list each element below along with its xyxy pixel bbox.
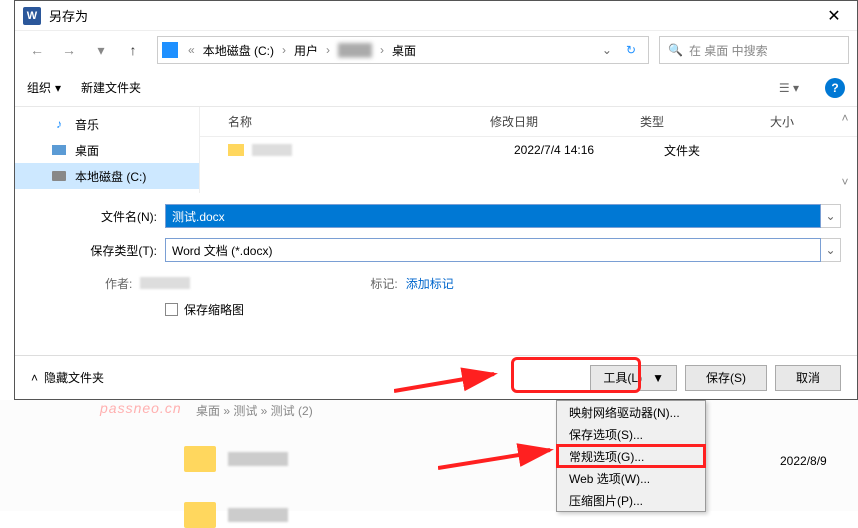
author-value-blurred (140, 277, 190, 289)
blurred-text (228, 452, 288, 466)
history-dropdown[interactable]: ▾ (87, 36, 115, 64)
chevron-right-icon: › (282, 43, 286, 57)
file-row[interactable]: 2022/7/4 14:16 文件夹 (200, 137, 857, 163)
save-as-dialog: W 另存为 ✕ ← → ▾ ↑ « 本地磁盘 (C:) › 用户 › ████ … (14, 0, 858, 400)
path-dropdown-icon[interactable]: ⌄ (596, 43, 618, 57)
sidebar-item-music[interactable]: ♪ 音乐 (15, 111, 199, 137)
column-name[interactable]: 名称 (200, 113, 490, 130)
tag-label: 标记: (370, 275, 397, 292)
word-app-icon: W (23, 7, 41, 25)
toolbar: 组织▾ 新建文件夹 ☰ ▾ ? (15, 69, 857, 107)
menu-item-map-drive[interactable]: 映射网络驱动器(N)... (557, 401, 705, 423)
scrollbar[interactable]: ˄ ˅ (837, 111, 853, 189)
menu-item-general-options[interactable]: 常规选项(G)... (557, 445, 705, 467)
search-input[interactable]: 🔍 在 桌面 中搜索 (659, 36, 849, 64)
breadcrumb-segment[interactable]: 用户 (290, 40, 322, 61)
filetype-input[interactable] (165, 238, 821, 262)
column-date[interactable]: 修改日期 (490, 113, 640, 130)
disk-icon (51, 168, 67, 184)
thumbnail-label: 保存缩略图 (184, 301, 244, 318)
dropdown-icon: ▼ (652, 371, 664, 385)
search-icon: 🔍 (668, 43, 683, 57)
sidebar-item-desktop[interactable]: 桌面 (15, 137, 199, 163)
blurred-text (228, 508, 288, 522)
file-date: 2022/7/4 14:16 (514, 143, 664, 157)
scroll-up-icon[interactable]: ˄ (841, 111, 848, 125)
watermark-text: passneo.cn (100, 400, 182, 416)
chevron-right-icon: › (380, 43, 384, 57)
breadcrumb-segment[interactable]: 本地磁盘 (C:) (199, 40, 278, 61)
navigation-bar: ← → ▾ ↑ « 本地磁盘 (C:) › 用户 › ████ › 桌面 ⌄ ↻… (15, 31, 857, 69)
menu-item-save-options[interactable]: 保存选项(S)... (557, 423, 705, 445)
dialog-footer: ˄ 隐藏文件夹 工具(L) ▼ 保存(S) 取消 (15, 355, 857, 399)
save-button[interactable]: 保存(S) (685, 365, 767, 391)
annotation-arrow-icon (438, 430, 568, 470)
folder-icon (184, 446, 216, 472)
chevron-right-icon: « (188, 43, 195, 57)
file-list: 名称 修改日期 类型 大小 2022/7/4 14:16 文件夹 ˄ ˅ (200, 107, 857, 193)
sidebar: ♪ 音乐 桌面 本地磁盘 (C:) (15, 107, 200, 193)
file-type: 文件夹 (664, 142, 794, 159)
folder-icon (184, 502, 216, 528)
chevron-up-icon: ˄ (31, 371, 38, 385)
scroll-down-icon[interactable]: ˅ (841, 175, 848, 189)
sidebar-item-label: 音乐 (75, 116, 99, 133)
author-label: 作者: (105, 275, 132, 292)
background-folder-2 (184, 502, 288, 528)
address-bar[interactable]: « 本地磁盘 (C:) › 用户 › ████ › 桌面 ⌄ ↻ (157, 36, 649, 64)
desktop-icon (51, 142, 67, 158)
organize-button[interactable]: 组织▾ (27, 79, 61, 96)
search-placeholder: 在 桌面 中搜索 (689, 42, 768, 59)
refresh-icon[interactable]: ↻ (618, 43, 644, 57)
tools-dropdown-menu: 映射网络驱动器(N)... 保存选项(S)... 常规选项(G)... Web … (556, 400, 706, 512)
content-area: ♪ 音乐 桌面 本地磁盘 (C:) 名称 修改日期 类型 大小 (15, 107, 857, 193)
form-area: 文件名(N): ⌄ 保存类型(T): ⌄ 作者: 标记: 添加标记 保存缩略图 (15, 193, 857, 329)
background-area (0, 400, 858, 511)
column-size[interactable]: 大小 (770, 113, 820, 130)
filename-input[interactable] (165, 204, 821, 228)
sidebar-item-label: 桌面 (75, 142, 99, 159)
breadcrumb-segment[interactable]: 桌面 (388, 40, 420, 61)
sidebar-item-local-disk[interactable]: 本地磁盘 (C:) (15, 163, 199, 189)
filetype-dropdown-icon[interactable]: ⌄ (821, 238, 841, 262)
forward-button[interactable]: → (55, 36, 83, 64)
new-folder-button[interactable]: 新建文件夹 (81, 79, 141, 96)
filetype-label: 保存类型(T): (15, 242, 165, 259)
background-folder-1 (184, 446, 288, 472)
filename-dropdown-icon[interactable]: ⌄ (821, 204, 841, 228)
close-button[interactable]: ✕ (811, 1, 857, 31)
thumbnail-checkbox[interactable] (165, 303, 178, 316)
sidebar-item-label: 本地磁盘 (C:) (75, 168, 146, 185)
view-options-icon[interactable]: ☰ ▾ (773, 81, 805, 95)
music-icon: ♪ (51, 116, 67, 132)
file-name-blurred (252, 144, 292, 156)
back-button[interactable]: ← (23, 36, 51, 64)
add-tag-link[interactable]: 添加标记 (406, 275, 454, 292)
titlebar: W 另存为 ✕ (15, 1, 857, 31)
menu-item-web-options[interactable]: Web 选项(W)... (557, 467, 705, 489)
dialog-title: 另存为 (49, 6, 811, 25)
filename-label: 文件名(N): (15, 208, 165, 225)
cancel-button[interactable]: 取消 (775, 365, 841, 391)
breadcrumb-segment-blurred[interactable]: ████ (334, 41, 376, 59)
column-type[interactable]: 类型 (640, 113, 770, 130)
drive-icon (162, 42, 178, 58)
file-list-header: 名称 修改日期 类型 大小 (200, 107, 857, 137)
menu-item-compress-pictures[interactable]: 压缩图片(P)... (557, 489, 705, 511)
chevron-right-icon: › (326, 43, 330, 57)
help-icon[interactable]: ? (825, 78, 845, 98)
background-breadcrumb: 桌面 » 测试 » 测试 (2) (196, 402, 313, 419)
hide-folders-toggle[interactable]: ˄ 隐藏文件夹 (31, 369, 104, 386)
tools-button[interactable]: 工具(L) ▼ (590, 365, 677, 391)
background-date: 2022/8/9 (780, 454, 827, 468)
folder-icon (228, 144, 244, 156)
dropdown-icon: ▾ (55, 81, 61, 95)
up-button[interactable]: ↑ (119, 36, 147, 64)
